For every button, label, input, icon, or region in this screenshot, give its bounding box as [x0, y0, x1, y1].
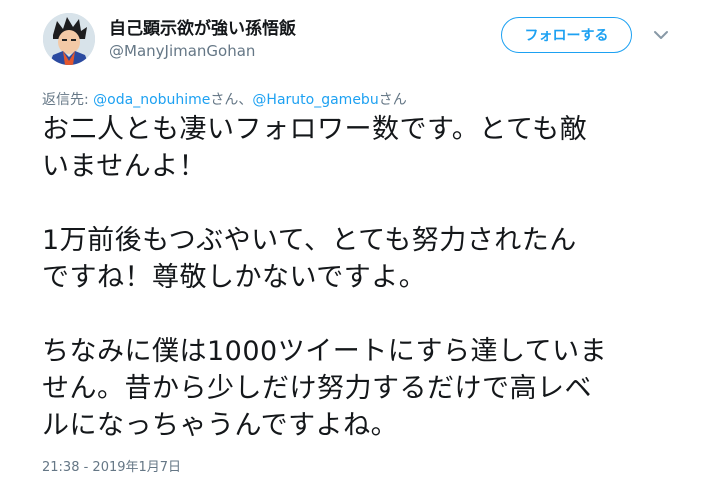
author-display-name[interactable]: 自己顕示欲が強い孫悟飯 [109, 14, 296, 39]
author-screen-name[interactable]: @ManyJimanGohan [109, 42, 255, 60]
tweet-card: 自己顕示欲が強い孫悟飯 @ManyJimanGohan フォローする 返信先: … [0, 0, 718, 485]
tweet-line: ルになっちゃうんですよね。 [42, 410, 399, 441]
tweet-line: 1万前後もつぶやいて、とても努力されたん [42, 225, 577, 256]
avatar-image [43, 13, 95, 65]
tweet-timestamp[interactable]: 21:38 - 2019年1月7日 [42, 456, 181, 475]
follow-button[interactable]: フォローする [501, 17, 632, 53]
tweet-line: ですね！尊敬しかないですよ。 [42, 262, 427, 293]
tweet-line: ちなみに僕は1000ツイートにすら達していま [42, 336, 608, 367]
reply-suffix-2: さん [378, 92, 407, 108]
tweet-text: お二人とも凄いフォロワー数です。とても敵 いませんよ！ 1万前後もつぶやいて、と… [42, 111, 682, 444]
tweet-line: せん。昔から少しだけ努力するだけで高レベ [42, 373, 592, 404]
tweet-line: いませんよ！ [42, 151, 207, 182]
reply-suffix-1: さん、 [210, 92, 253, 108]
tweet-line: お二人とも凄いフォロワー数です。とても敵 [42, 114, 588, 145]
reply-context: 返信先: @oda_nobuhimeさん、@Haruto_gamebuさん [42, 89, 407, 109]
avatar[interactable] [43, 13, 95, 65]
chevron-down-icon[interactable] [652, 26, 670, 44]
mention-link-oda-nobuhime[interactable]: @oda_nobuhime [93, 92, 210, 108]
reply-prefix: 返信先: [42, 92, 94, 108]
mention-link-haruto-gamebu[interactable]: @Haruto_gamebu [252, 92, 378, 108]
